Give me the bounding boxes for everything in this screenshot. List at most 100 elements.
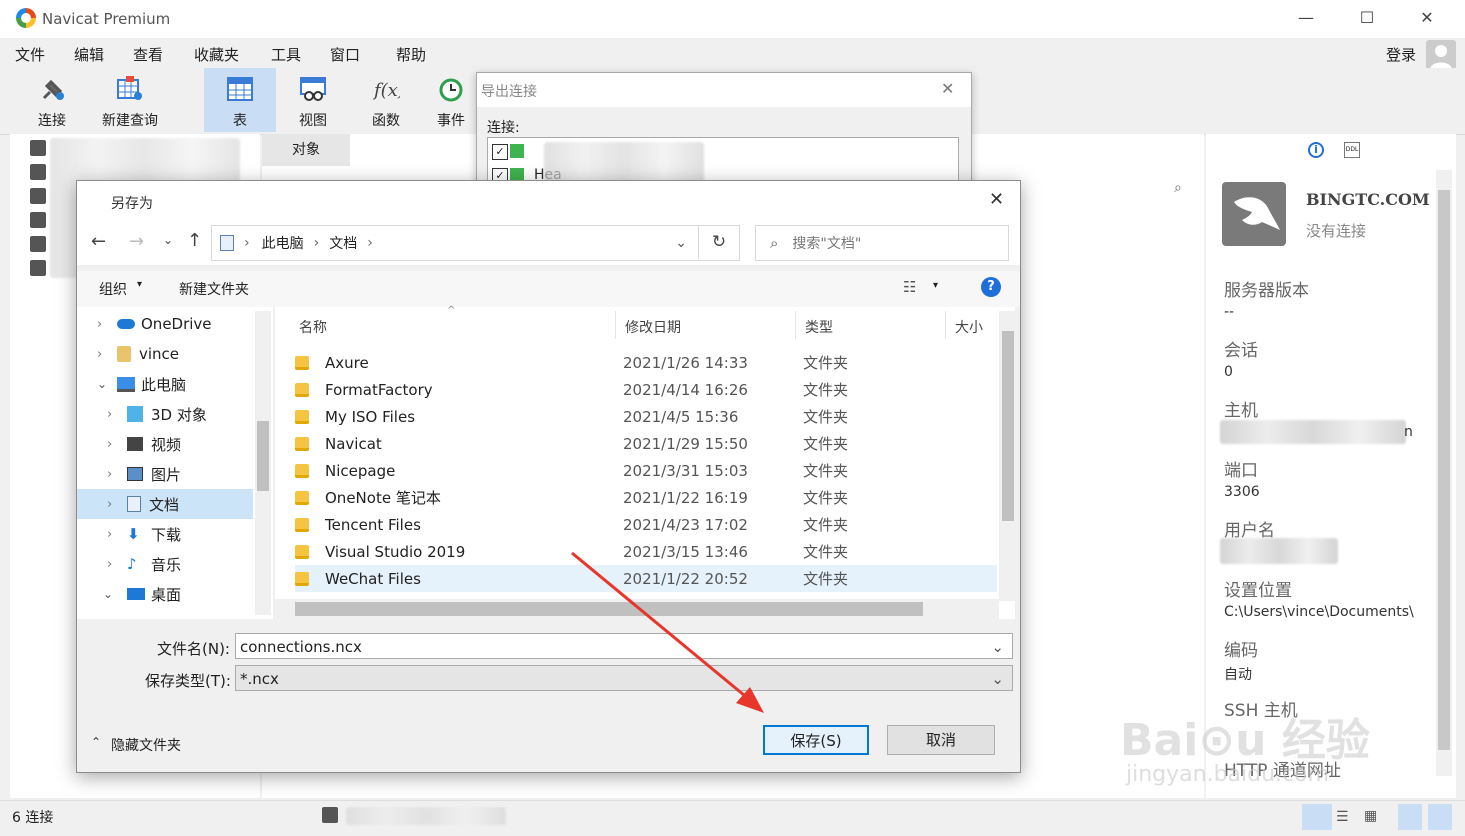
file-row[interactable]: My ISO Files 2021/4/5 15:36 文件夹	[295, 403, 997, 430]
tree-scrollbar[interactable]	[255, 311, 271, 615]
connection-icon[interactable]	[30, 236, 46, 252]
tab-objects[interactable]: 对象	[262, 134, 350, 166]
minimize-icon[interactable]: —	[1283, 8, 1329, 30]
desktop-icon	[127, 588, 145, 600]
chevron-down-icon[interactable]: ⌄	[991, 634, 1004, 660]
tree-item-music[interactable]: › ♪ 音乐	[77, 549, 253, 579]
connection-icon[interactable]	[30, 164, 46, 180]
cancel-button[interactable]: 取消	[887, 725, 995, 755]
chevron-right-icon[interactable]: ›	[107, 437, 127, 452]
chevron-up-icon[interactable]: ⌃	[91, 735, 101, 749]
view-options-icon[interactable]: ☷	[903, 278, 916, 296]
menu-tools[interactable]: 工具	[271, 44, 301, 65]
menu-view[interactable]: 查看	[133, 44, 163, 65]
grid-view-icon[interactable]	[1302, 804, 1332, 830]
file-row[interactable]: Axure 2021/1/26 14:33 文件夹	[295, 349, 997, 376]
hide-folders-toggle[interactable]: 隐藏文件夹	[111, 735, 181, 755]
breadcrumb-documents[interactable]: 文档	[329, 233, 357, 253]
chevron-down-icon[interactable]: ⌄	[97, 377, 117, 391]
menu-edit[interactable]: 编辑	[74, 44, 104, 65]
breadcrumb-this-pc[interactable]: 此电脑	[262, 233, 304, 253]
column-date[interactable]: 修改日期	[625, 317, 681, 337]
breadcrumb-separator: ›	[244, 235, 250, 251]
event-button[interactable]: 事件	[423, 68, 479, 132]
connection-icon[interactable]	[30, 260, 46, 276]
column-type[interactable]: 类型	[805, 317, 833, 337]
search-box[interactable]: ⌕ 搜索"文档"	[755, 225, 1009, 261]
file-row[interactable]: Navicat 2021/1/29 15:50 文件夹	[295, 430, 997, 457]
connection-icon[interactable]	[30, 188, 46, 204]
close-icon[interactable]: ✕	[989, 189, 1004, 210]
settings-location-label: 设置位置	[1224, 581, 1292, 601]
organize-button[interactable]: 组织	[99, 279, 127, 299]
search-icon[interactable]: ⌕	[1174, 180, 1182, 196]
up-arrow-icon[interactable]: ↑	[187, 230, 202, 251]
tree-item-downloads[interactable]: › ⬇ 下载	[77, 519, 253, 549]
view-button[interactable]: 视图	[277, 68, 349, 132]
tree-item-vince[interactable]: › vince	[77, 339, 253, 369]
file-row[interactable]: Tencent Files 2021/4/23 17:02 文件夹	[295, 511, 997, 538]
file-list-vscrollbar[interactable]	[999, 311, 1017, 601]
tree-item-this-pc[interactable]: ⌄ 此电脑	[77, 369, 253, 399]
help-icon[interactable]: ?	[981, 277, 1001, 297]
chevron-down-icon[interactable]: ⌄	[163, 233, 173, 247]
menu-file[interactable]: 文件	[15, 44, 45, 65]
checkbox[interactable]: ✓	[492, 144, 508, 160]
detail-view-icon[interactable]: ▦	[1364, 808, 1377, 824]
avatar[interactable]	[1426, 40, 1456, 70]
column-name[interactable]: 名称	[299, 317, 327, 337]
file-row[interactable]: FormatFactory 2021/4/14 16:26 文件夹	[295, 376, 997, 403]
svg-text:f(x): f(x)	[372, 80, 400, 101]
info-panel: i DDL BINGTC.COM 没有连接 服务器版本 -- 会话 0 主机 n…	[1206, 134, 1456, 798]
menu-favorites[interactable]: 收藏夹	[194, 44, 239, 65]
ddl-icon[interactable]: DDL	[1344, 142, 1360, 158]
file-row[interactable]: OneNote 笔记本 2021/1/22 16:19 文件夹	[295, 484, 997, 511]
list-view-icon[interactable]: ☰	[1336, 809, 1349, 825]
forward-arrow-icon[interactable]: →	[129, 231, 144, 252]
chevron-right-icon[interactable]: ›	[97, 317, 117, 332]
column-size[interactable]: 大小	[955, 317, 983, 337]
back-arrow-icon[interactable]: ←	[91, 231, 106, 252]
address-bar[interactable]: › 此电脑 › 文档 › ⌄	[211, 225, 740, 261]
tree-item-desktop[interactable]: ⌄ 桌面	[77, 579, 253, 609]
chevron-right-icon[interactable]: ›	[107, 497, 127, 512]
close-icon[interactable]: ✕	[941, 79, 954, 98]
tree-item-videos[interactable]: › 视频	[77, 429, 253, 459]
tree-item-pictures[interactable]: › 图片	[77, 459, 253, 489]
new-query-button[interactable]: 新建查询	[94, 68, 166, 132]
host-label: 主机	[1224, 401, 1258, 421]
close-icon[interactable]: ✕	[1404, 8, 1450, 30]
table-button[interactable]: 表	[204, 68, 276, 132]
chevron-down-icon[interactable]: ⌄	[991, 666, 1004, 692]
save-button[interactable]: 保存(S)	[763, 725, 869, 755]
menu-window[interactable]: 窗口	[330, 44, 360, 65]
maximize-icon[interactable]: ☐	[1344, 8, 1390, 30]
tree-item-3d-objects[interactable]: › 3D 对象	[77, 399, 253, 429]
panel-right-icon[interactable]	[1428, 804, 1452, 830]
chevron-down-icon[interactable]: ▾	[933, 280, 938, 291]
info-scrollbar[interactable]	[1436, 170, 1452, 776]
tree-item-documents[interactable]: › 文档	[77, 489, 253, 519]
connect-button[interactable]: 连接	[16, 68, 88, 132]
chevron-right-icon[interactable]: ›	[107, 557, 127, 572]
server-version-value: --	[1224, 304, 1235, 320]
info-icon[interactable]: i	[1308, 142, 1324, 158]
connection-icon[interactable]	[30, 140, 46, 156]
tree-item-onedrive[interactable]: › OneDrive	[77, 309, 253, 339]
chevron-down-icon[interactable]: ⌄	[103, 587, 127, 601]
chevron-right-icon[interactable]: ›	[97, 347, 117, 362]
function-button[interactable]: f(x) 函数	[350, 68, 422, 132]
refresh-icon[interactable]: ↻	[698, 225, 739, 259]
computer-icon	[117, 376, 135, 392]
status-bar: 6 连接 ☰ ▦	[0, 800, 1465, 836]
login-link[interactable]: 登录	[1386, 44, 1416, 65]
chevron-down-icon[interactable]: ⌄	[675, 235, 687, 251]
new-folder-button[interactable]: 新建文件夹	[179, 279, 249, 299]
chevron-right-icon[interactable]: ›	[107, 467, 127, 482]
menu-help[interactable]: 帮助	[396, 44, 426, 65]
connection-icon[interactable]	[30, 212, 46, 228]
panel-left-icon[interactable]	[1398, 804, 1422, 830]
file-row[interactable]: Nicepage 2021/3/31 15:03 文件夹	[295, 457, 997, 484]
chevron-right-icon[interactable]: ›	[107, 527, 127, 542]
chevron-right-icon[interactable]: ›	[107, 407, 127, 422]
